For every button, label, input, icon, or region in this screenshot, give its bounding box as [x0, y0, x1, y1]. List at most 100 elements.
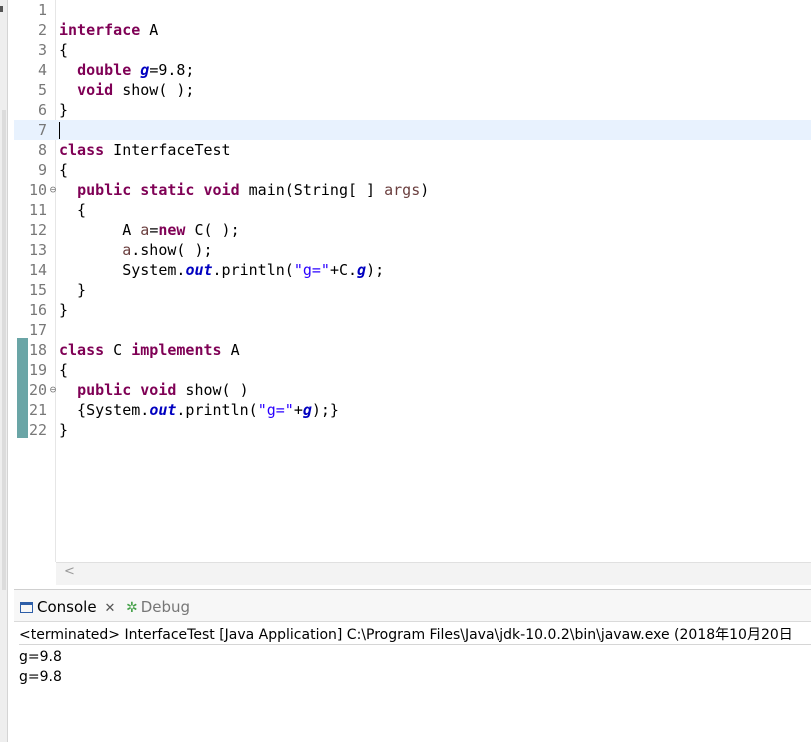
code-token: { [59, 361, 69, 379]
code-text: public void show( ) [59, 380, 249, 400]
line-number: 3 [37, 41, 47, 59]
code-token: .println( [176, 401, 258, 419]
code-token: double [77, 61, 132, 79]
scroll-left-icon[interactable]: < [64, 564, 75, 579]
line-number: 6 [37, 101, 47, 119]
line-number: 19 [28, 361, 47, 379]
code-token: ) [420, 181, 430, 199]
code-token: ); [366, 261, 385, 279]
code-line[interactable]: 5 void show( ); [14, 80, 811, 100]
line-number: 17 [28, 321, 47, 339]
code-token: =9.8; [149, 61, 195, 79]
code-token: .println( [212, 261, 294, 279]
code-text: class InterfaceTest [59, 140, 231, 160]
code-line[interactable]: 10 ⊖ public static void main(String[ ] ar… [14, 180, 811, 200]
code-token: + [293, 401, 303, 419]
line-number: 12 [28, 221, 47, 239]
tab-console-label: Console [37, 598, 97, 616]
line-number: 7 [37, 121, 47, 139]
code-text: void show( ); [59, 80, 194, 100]
console-icon [20, 602, 33, 613]
code-text: { [59, 160, 68, 180]
code-token: void [203, 181, 240, 199]
line-number: 9 [37, 161, 47, 179]
code-line[interactable]: 7 [14, 120, 811, 140]
line-number: 13 [28, 241, 47, 259]
code-line[interactable]: 19 { [14, 360, 811, 380]
code-line[interactable]: 17 [14, 320, 811, 340]
terminated-status: <terminated> InterfaceTest [Java Applica… [19, 625, 811, 645]
code-token: A [221, 341, 240, 359]
code-line[interactable]: 9{ [14, 160, 811, 180]
code-text: double g=9.8; [59, 60, 194, 80]
code-text: class C implements A [59, 340, 240, 360]
line-number: 2 [37, 21, 47, 39]
code-line[interactable]: 14 System.out.println("g="+C.g); [14, 260, 811, 280]
code-token: void [140, 381, 177, 399]
code-line[interactable]: 2 interface A [14, 20, 811, 40]
code-token: { [59, 201, 87, 219]
code-token: void [77, 81, 114, 99]
line-number: 18 [28, 341, 47, 359]
code-text: { [59, 360, 68, 380]
close-icon[interactable]: ✕ [105, 601, 116, 616]
line-number: 21 [28, 401, 47, 419]
code-line[interactable]: 11 { [14, 200, 811, 220]
horizontal-scrollbar[interactable]: < [56, 562, 811, 585]
code-token: out [149, 401, 177, 419]
code-line[interactable]: 12 A a=new C( ); [14, 220, 811, 240]
code-line[interactable]: 15 } [14, 280, 811, 300]
code-line[interactable]: 3{ [14, 40, 811, 60]
code-lines[interactable]: 1 2 interface A 3{4 double g=9.8; 5 void sho… [14, 0, 811, 440]
code-token: +C. [329, 261, 358, 279]
tab-console[interactable]: Console ✕ [20, 597, 115, 617]
code-token: } [59, 101, 69, 119]
code-token: out [185, 261, 213, 279]
code-token: { [59, 161, 69, 179]
fold-collapse-icon[interactable]: ⊖ [48, 380, 58, 400]
code-text: } [59, 100, 68, 120]
fold-collapse-icon[interactable]: ⊖ [48, 180, 58, 200]
code-text: { [59, 40, 68, 60]
tab-debug[interactable]: ✲ Debug [126, 597, 190, 617]
left-scrollbar[interactable] [2, 110, 6, 590]
code-line[interactable]: 22} [14, 420, 811, 440]
code-text: { [59, 200, 86, 220]
line-number: 20 [28, 381, 47, 399]
code-line[interactable]: 16} [14, 300, 811, 320]
line-number: 16 [28, 301, 47, 319]
code-token: class [59, 141, 105, 159]
code-line[interactable]: 4 double g=9.8; [14, 60, 811, 80]
tab-debug-label: Debug [140, 598, 191, 616]
code-token: .show( ); [131, 241, 213, 259]
code-editor[interactable]: 1 2 interface A 3{4 double g=9.8; 5 void sho… [14, 0, 811, 585]
code-line[interactable]: 21 {System.out.println("g="+g);} [14, 400, 811, 420]
code-line[interactable]: 18 class C implements A [14, 340, 811, 360]
text-caret [59, 122, 60, 139]
code-token: a [122, 241, 132, 259]
console-output-line: g=9.8 [19, 669, 62, 685]
code-token: "g=" [293, 261, 330, 279]
code-text: {System.out.println("g="+g);} [59, 400, 339, 420]
console-view: Console ✕ ✲ Debug <terminated> InterfaceTe… [14, 589, 811, 742]
code-token: A [140, 21, 159, 39]
code-line[interactable]: 1 [14, 0, 811, 20]
code-line[interactable]: 20 ⊖ public void show( ) [14, 380, 811, 400]
code-token: interface [59, 21, 141, 39]
code-token: a [140, 221, 150, 239]
code-line[interactable]: 6} [14, 100, 811, 120]
code-line[interactable]: 8 class InterfaceTest [14, 140, 811, 160]
code-token: } [59, 421, 69, 439]
line-number: 5 [37, 81, 47, 99]
code-token: System. [59, 261, 186, 279]
code-line[interactable]: 13 a.show( ); [14, 240, 811, 260]
code-token: { [59, 41, 69, 59]
code-token: public [77, 381, 132, 399]
line-number: 10 [28, 181, 47, 199]
code-token: );} [311, 401, 339, 419]
